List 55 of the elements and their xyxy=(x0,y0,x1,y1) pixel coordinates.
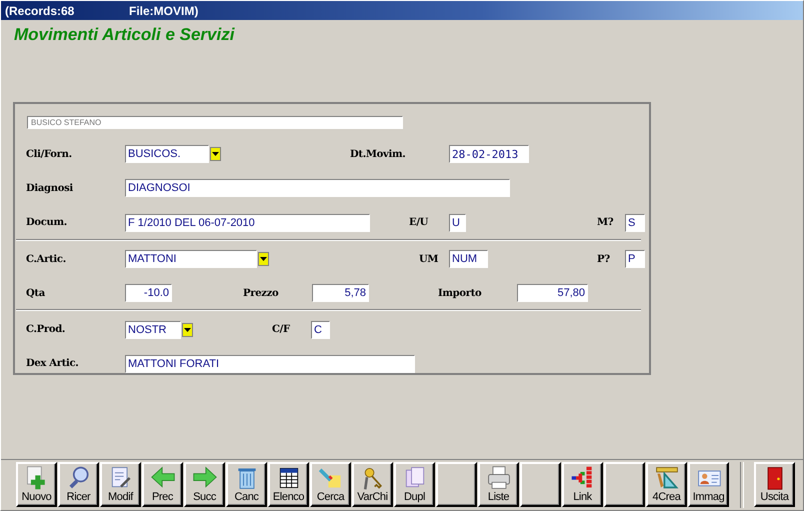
empty-button[interactable] xyxy=(520,462,561,507)
field-label: UM xyxy=(419,254,440,264)
empty-button[interactable] xyxy=(604,462,645,507)
toolbar-button[interactable]: Immag xyxy=(688,462,729,507)
field-label: C/F xyxy=(272,324,291,336)
toolbar-button[interactable]: Elenco xyxy=(268,462,309,507)
file-name: File:MOVIM) xyxy=(129,4,198,18)
dropdown-button[interactable] xyxy=(210,147,221,162)
field-label: Cli/Forn. xyxy=(26,148,73,160)
dropdown-button[interactable] xyxy=(258,252,269,266)
text-field[interactable]: NUM xyxy=(449,250,488,268)
toolbar-button[interactable]: Dupl xyxy=(394,462,435,507)
number-field[interactable]: 5,78 xyxy=(312,284,369,302)
toolbar-button[interactable]: Nuovo xyxy=(16,462,57,507)
toolbar-button[interactable]: 4Crea xyxy=(646,462,687,507)
caret-icon xyxy=(212,152,219,156)
number-field[interactable]: 57,80 xyxy=(517,284,588,302)
toolbar-button[interactable]: Cerca xyxy=(310,462,351,507)
text-field[interactable]: 28-02-2013 xyxy=(449,145,529,164)
toolbar-button[interactable]: Link xyxy=(562,462,603,507)
toolbar-button[interactable]: Ricer xyxy=(58,462,99,507)
toolbar-button[interactable]: VarChi xyxy=(352,462,393,507)
form-title: Movimenti Articoli e Servizi xyxy=(14,25,236,46)
records-count: (Records:68 xyxy=(5,4,76,18)
number-field[interactable]: -10.0 xyxy=(125,284,172,302)
field-label: Qta xyxy=(26,288,46,299)
field-label: Docum. xyxy=(26,217,68,228)
field-label: M? xyxy=(597,217,614,228)
field-label: Importo xyxy=(438,288,482,299)
toolbar-button[interactable]: Modif xyxy=(100,462,141,507)
text-field[interactable]: C xyxy=(311,320,330,339)
text-field[interactable]: S xyxy=(625,214,645,232)
toolbar-button[interactable]: Liste xyxy=(478,462,519,507)
field-label: Dex Artic. xyxy=(26,358,80,370)
caret-icon xyxy=(184,328,191,332)
text-field[interactable]: DIAGNOSOI xyxy=(125,179,510,198)
empty-button[interactable] xyxy=(436,462,477,507)
field-label: E/U xyxy=(409,217,430,228)
field-label: Prezzo xyxy=(243,288,280,299)
toolbar-button[interactable]: Uscita xyxy=(754,462,795,507)
text-field[interactable]: F 1/2010 DEL 06-07-2010 xyxy=(125,214,370,232)
field-label: Dt.Movim. xyxy=(350,148,406,160)
field-label: Diagnosi xyxy=(26,182,74,194)
toolbar-button[interactable]: Prec xyxy=(142,462,183,507)
field-label: P? xyxy=(597,254,611,264)
toolbar-button[interactable]: Canc xyxy=(226,462,267,507)
dropdown-button[interactable] xyxy=(182,322,193,337)
name-field[interactable]: BUSICO STEFANO xyxy=(27,116,403,129)
text-field[interactable]: P xyxy=(625,250,645,268)
field-label: C.Artic. xyxy=(26,254,67,264)
field-label: C.Prod. xyxy=(26,324,66,336)
text-field[interactable]: U xyxy=(449,214,466,232)
caret-icon xyxy=(260,257,267,261)
toolbar-button[interactable]: Succ xyxy=(184,462,225,507)
text-field[interactable]: MATTONI FORATI xyxy=(125,354,415,373)
